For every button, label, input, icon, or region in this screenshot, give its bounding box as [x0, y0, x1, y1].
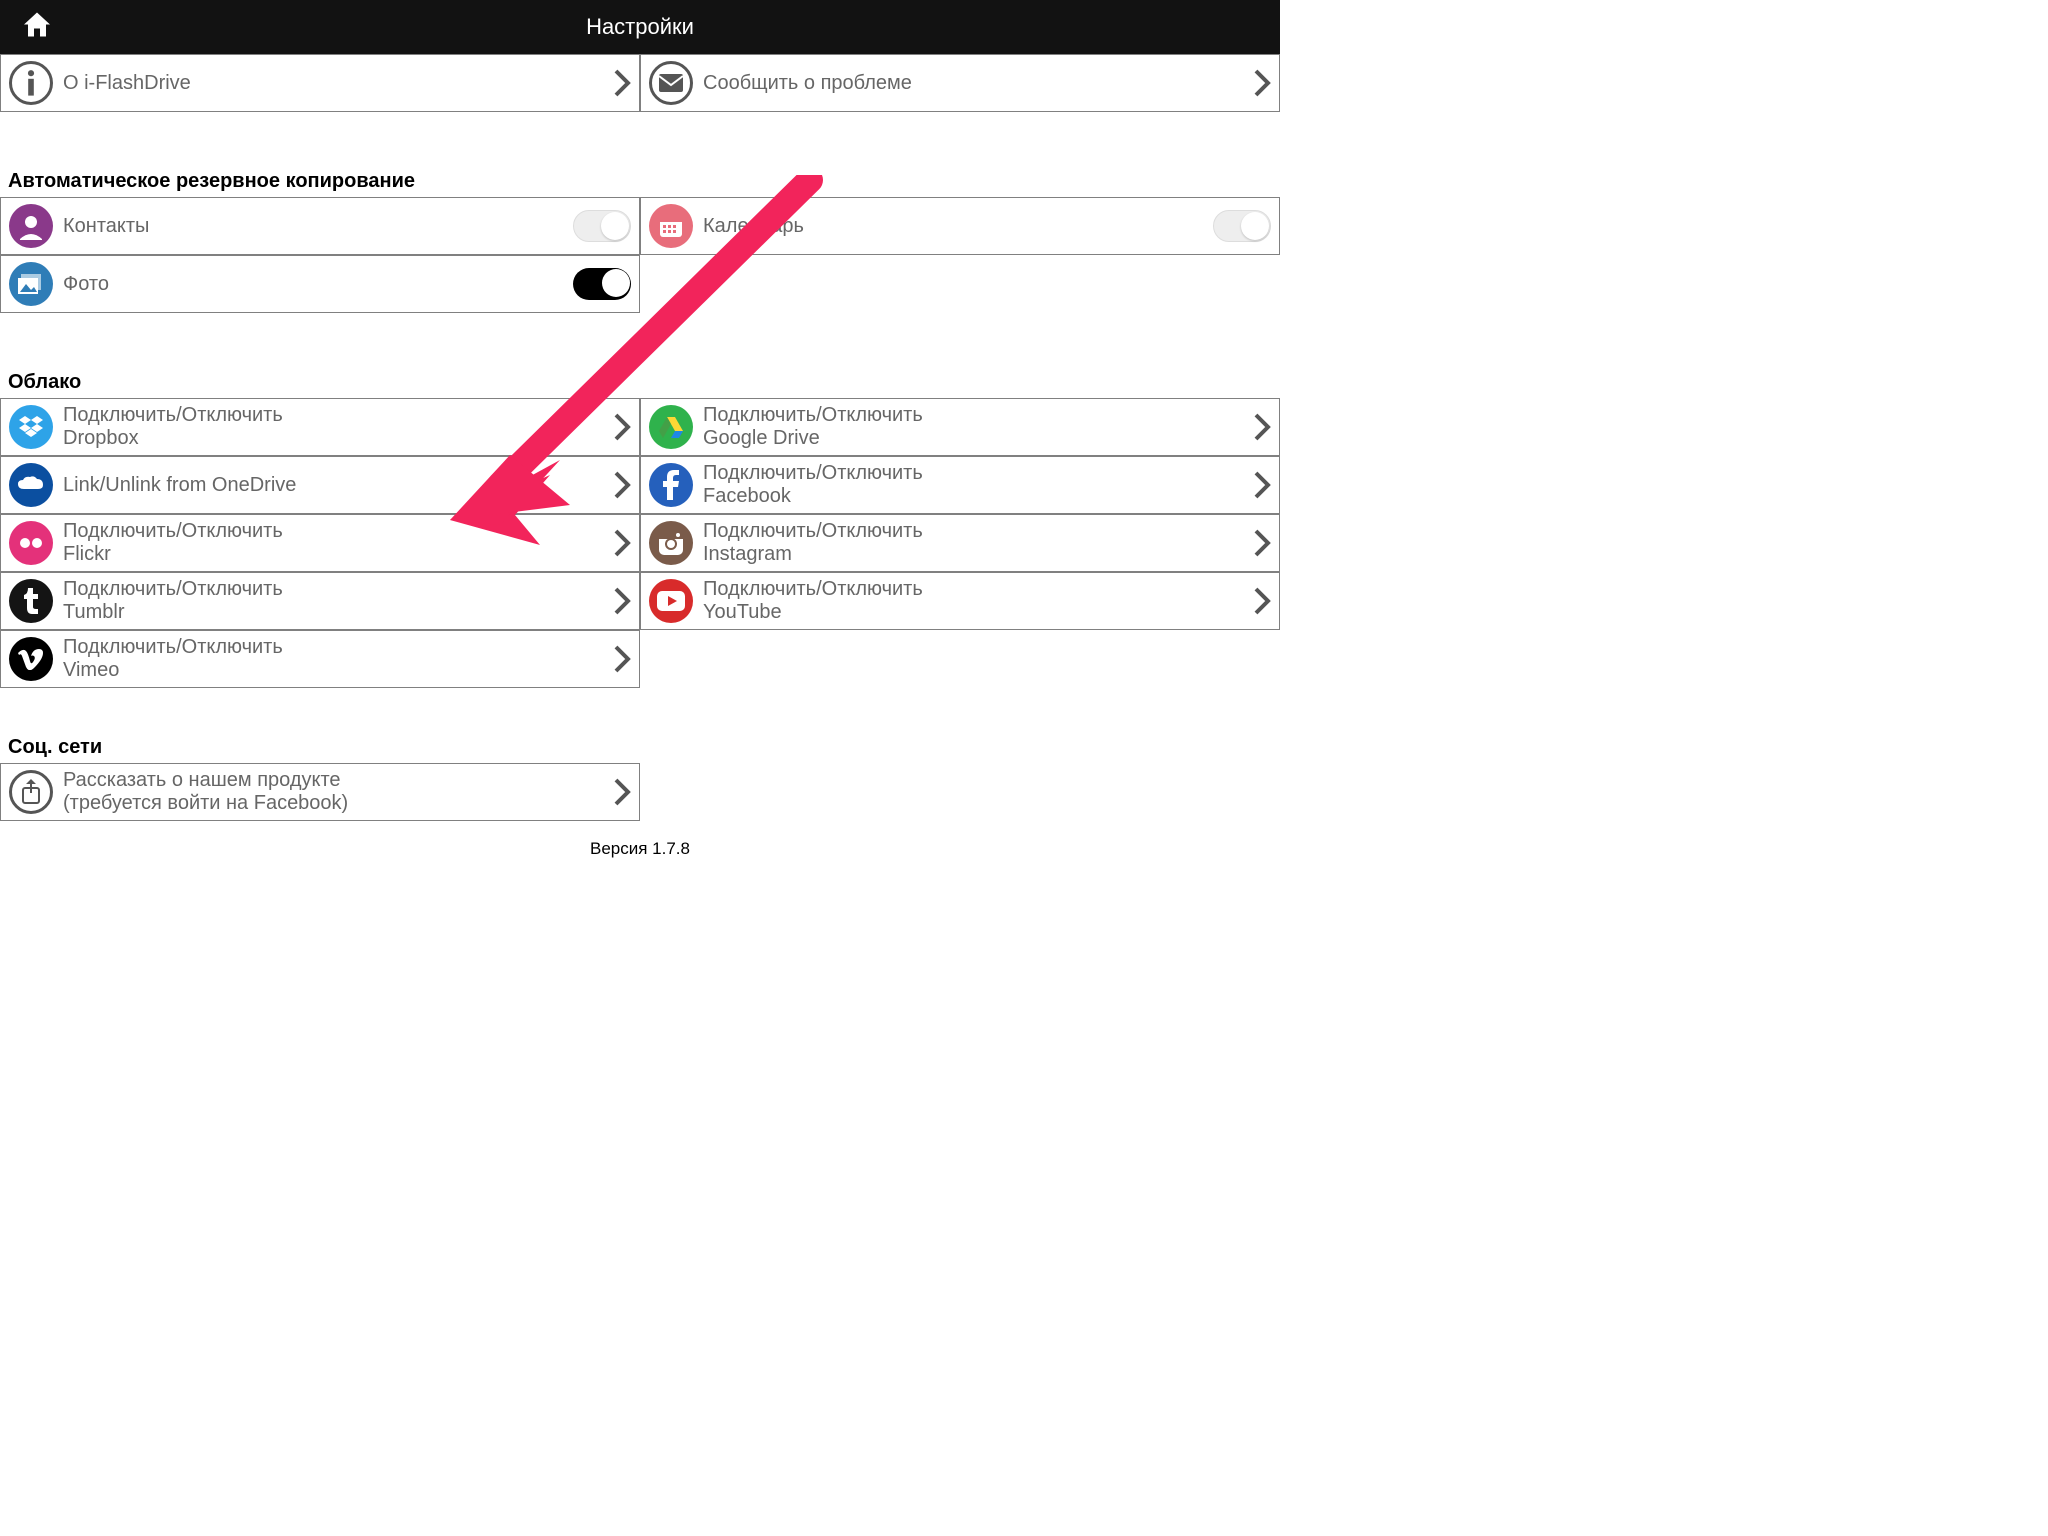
chevron-right-icon [613, 470, 631, 500]
mail-icon [649, 61, 693, 105]
chevron-right-icon [1253, 528, 1271, 558]
photo-toggle[interactable] [573, 268, 631, 300]
cloud-gdrive-label: Подключить/Отключить Google Drive [703, 404, 1243, 450]
vimeo-icon [9, 637, 53, 681]
cloud-flickr-cell[interactable]: Подключить/Отключить Flickr [0, 514, 640, 572]
cloud-vimeo-label: Подключить/Отключить Vimeo [63, 636, 603, 682]
chevron-right-icon [613, 528, 631, 558]
chevron-right-icon [613, 412, 631, 442]
cloud-dropbox-cell[interactable]: Подключить/Отключить Dropbox [0, 398, 640, 456]
chevron-right-icon [613, 644, 631, 674]
backup-calendar-label: Календарь [703, 215, 1203, 238]
home-button[interactable] [22, 11, 52, 44]
cloud-section-title: Облако [0, 363, 1280, 398]
chevron-right-icon [613, 777, 631, 807]
instagram-icon [649, 521, 693, 565]
google-drive-icon [649, 405, 693, 449]
contact-icon [9, 204, 53, 248]
backup-contacts-label: Контакты [63, 215, 563, 238]
cloud-gdrive-cell[interactable]: Подключить/Отключить Google Drive [640, 398, 1280, 456]
contacts-toggle[interactable] [573, 210, 631, 242]
about-label: О i-FlashDrive [63, 72, 603, 95]
youtube-icon [649, 579, 693, 623]
cloud-instagram-cell[interactable]: Подключить/Отключить Instagram [640, 514, 1280, 572]
chevron-right-icon [1253, 412, 1271, 442]
cloud-facebook-cell[interactable]: Подключить/Отключить Facebook [640, 456, 1280, 514]
report-label: Сообщить о проблеме [703, 72, 1243, 95]
cloud-facebook-label: Подключить/Отключить Facebook [703, 462, 1243, 508]
cloud-vimeo-cell[interactable]: Подключить/Отключить Vimeo [0, 630, 640, 688]
chevron-right-icon [613, 586, 631, 616]
backup-contacts-cell[interactable]: Контакты [0, 197, 640, 255]
calendar-icon [649, 204, 693, 248]
social-share-label: Рассказать о нашем продукте (требуется в… [63, 769, 603, 815]
page-title: Настройки [586, 14, 694, 40]
backup-photo-cell[interactable]: Фото [0, 255, 640, 313]
chevron-right-icon [1253, 586, 1271, 616]
backup-calendar-cell[interactable]: Календарь [640, 197, 1280, 255]
version-label: Версия 1.7.8 [0, 821, 1280, 859]
about-cell[interactable]: О i-FlashDrive [0, 54, 640, 112]
photo-icon [9, 262, 53, 306]
cloud-tumblr-label: Подключить/Отключить Tumblr [63, 578, 603, 624]
social-share-cell[interactable]: Рассказать о нашем продукте (требуется в… [0, 763, 640, 821]
cloud-flickr-label: Подключить/Отключить Flickr [63, 520, 603, 566]
dropbox-icon [9, 405, 53, 449]
chevron-right-icon [1253, 68, 1271, 98]
report-problem-cell[interactable]: Сообщить о проблеме [640, 54, 1280, 112]
cloud-youtube-label: Подключить/Отключить YouTube [703, 578, 1243, 624]
cloud-onedrive-cell[interactable]: Link/Unlink from OneDrive [0, 456, 640, 514]
cloud-instagram-label: Подключить/Отключить Instagram [703, 520, 1243, 566]
cloud-tumblr-cell[interactable]: Подключить/Отключить Tumblr [0, 572, 640, 630]
cloud-onedrive-label: Link/Unlink from OneDrive [63, 474, 603, 497]
onedrive-icon [9, 463, 53, 507]
backup-photo-label: Фото [63, 273, 563, 296]
backup-section-title: Автоматическое резервное копирование [0, 162, 1280, 197]
flickr-icon [9, 521, 53, 565]
social-section-title: Соц. сети [0, 728, 1280, 763]
share-icon [9, 770, 53, 814]
cloud-youtube-cell[interactable]: Подключить/Отключить YouTube [640, 572, 1280, 630]
top-row: О i-FlashDrive Сообщить о проблеме [0, 54, 1280, 112]
cloud-dropbox-label: Подключить/Отключить Dropbox [63, 404, 603, 450]
chevron-right-icon [1253, 470, 1271, 500]
info-icon [9, 61, 53, 105]
app-header: Настройки [0, 0, 1280, 54]
calendar-toggle[interactable] [1213, 210, 1271, 242]
chevron-right-icon [613, 68, 631, 98]
tumblr-icon [9, 579, 53, 623]
facebook-icon [649, 463, 693, 507]
